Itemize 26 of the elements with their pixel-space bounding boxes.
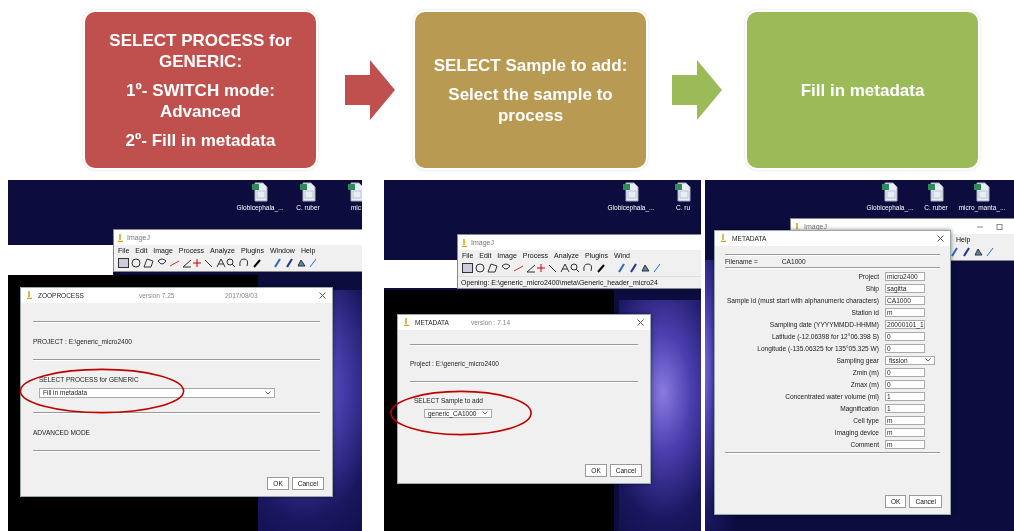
microscope-icon [721, 234, 726, 243]
microscope-icon [118, 233, 123, 242]
spreadsheet-file-icon [252, 182, 268, 202]
caret-icon [482, 411, 489, 416]
step-text: 1º- SWITCH mode: Advanced [125, 79, 276, 122]
close-icon[interactable] [319, 291, 326, 299]
close-icon[interactable] [937, 234, 944, 242]
microscope-icon [404, 318, 409, 327]
step-text: SELECT PROCESS for GENERIC: [108, 29, 293, 72]
spreadsheet-file-icon [974, 182, 990, 202]
spreadsheet-file-icon [928, 182, 944, 202]
microscope-icon [27, 291, 32, 300]
caret-icon [925, 358, 931, 363]
spreadsheet-file-icon [300, 182, 316, 202]
microscope-icon [462, 238, 467, 247]
step-text: 2º- Fill in metadata [125, 129, 276, 151]
step-text: Select the sample to process [447, 83, 614, 126]
spreadsheet-file-icon [675, 182, 691, 202]
microscope-icon [795, 222, 800, 231]
step-text: SELECT Sample to add: [433, 54, 628, 76]
close-icon[interactable] [637, 318, 644, 326]
step-text: Fill in metadata [800, 79, 925, 101]
spreadsheet-file-icon [623, 182, 639, 202]
spreadsheet-file-icon [348, 182, 362, 202]
spreadsheet-file-icon [882, 182, 898, 202]
caret-icon [265, 390, 271, 395]
